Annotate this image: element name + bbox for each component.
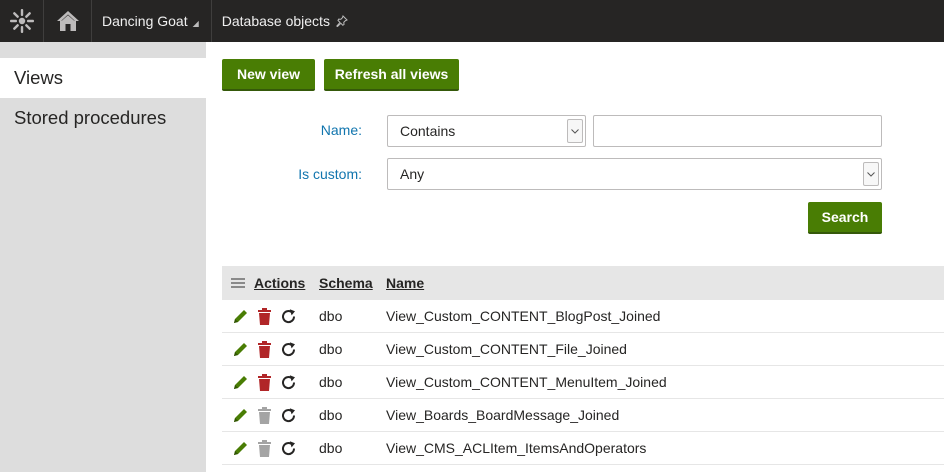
row-actions: [222, 340, 319, 358]
app-title: Database objects: [221, 13, 330, 29]
refresh-icon[interactable]: [280, 341, 297, 358]
site-name: Dancing Goat: [102, 13, 188, 29]
schema-cell: dbo: [319, 440, 343, 456]
home-icon[interactable]: [44, 0, 92, 42]
table-row: dbo View_Custom_CONTENT_MenuItem_Joined: [222, 366, 944, 399]
name-cell: View_Boards_BoardMessage_Joined: [386, 407, 620, 423]
sidebar-item-views[interactable]: Views: [0, 58, 206, 98]
sidebar-item-stored-procedures[interactable]: Stored procedures: [0, 98, 206, 138]
delete-icon[interactable]: [258, 373, 271, 391]
name-cell: View_Custom_CONTENT_BlogPost_Joined: [386, 308, 661, 324]
name-operator-select[interactable]: Contains: [387, 115, 586, 147]
sidebar: Views Stored procedures: [0, 42, 206, 472]
grid-header: Actions Schema Name: [222, 266, 944, 300]
column-menu-icon[interactable]: [222, 278, 254, 288]
table-row: dbo View_CMS_ACLItem_ItemsAndOperators: [222, 432, 944, 465]
site-selector[interactable]: Dancing Goat ◢: [92, 0, 212, 42]
main-content: New view Refresh all views Name: Contain…: [206, 42, 944, 472]
top-bar: Dancing Goat ◢ Database objects: [0, 0, 944, 42]
delete-icon: [258, 439, 271, 457]
caret-down-icon: ◢: [192, 18, 199, 28]
name-cell: View_Custom_CONTENT_MenuItem_Joined: [386, 374, 667, 390]
table-row: dbo View_Boards_BoardMessage_Joined: [222, 399, 944, 432]
refresh-icon[interactable]: [280, 374, 297, 391]
edit-icon[interactable]: [232, 374, 249, 391]
sidebar-item-label: Stored procedures: [14, 107, 167, 128]
name-filter-input[interactable]: [593, 115, 882, 147]
row-actions: [222, 373, 319, 391]
schema-cell: dbo: [319, 374, 343, 390]
edit-icon[interactable]: [232, 308, 249, 325]
edit-icon[interactable]: [232, 407, 249, 424]
kentico-logo-icon[interactable]: [0, 0, 44, 42]
chevron-down-icon: [567, 119, 583, 143]
chevron-down-icon: [863, 162, 879, 186]
new-view-button[interactable]: New view: [222, 59, 315, 91]
name-cell: View_Custom_CONTENT_File_Joined: [386, 341, 627, 357]
views-grid: Actions Schema Name dbo View_Custom_CONTE…: [222, 266, 944, 465]
delete-icon[interactable]: [258, 307, 271, 325]
is-custom-value: Any: [400, 166, 425, 182]
edit-icon[interactable]: [232, 341, 249, 358]
refresh-icon[interactable]: [280, 407, 297, 424]
name-filter-label: Name:: [320, 122, 362, 138]
name-operator-value: Contains: [400, 123, 456, 139]
pin-icon[interactable]: [336, 15, 348, 27]
sidebar-item-label: Views: [14, 67, 64, 88]
name-column-header[interactable]: Name: [386, 275, 424, 291]
delete-icon[interactable]: [258, 340, 271, 358]
table-row: dbo View_Custom_CONTENT_BlogPost_Joined: [222, 300, 944, 333]
actions-column-header[interactable]: Actions: [254, 275, 305, 291]
schema-cell: dbo: [319, 407, 343, 423]
refresh-icon[interactable]: [280, 440, 297, 457]
app-breadcrumb: Database objects: [212, 0, 358, 42]
refresh-icon[interactable]: [280, 308, 297, 325]
search-button[interactable]: Search: [808, 202, 882, 234]
row-actions: [222, 406, 319, 424]
refresh-all-views-button[interactable]: Refresh all views: [324, 59, 459, 91]
is-custom-select[interactable]: Any: [387, 158, 882, 190]
schema-column-header[interactable]: Schema: [319, 275, 373, 291]
name-cell: View_CMS_ACLItem_ItemsAndOperators: [386, 440, 647, 456]
row-actions: [222, 439, 319, 457]
schema-cell: dbo: [319, 308, 343, 324]
is-custom-label: Is custom:: [298, 166, 362, 182]
schema-cell: dbo: [319, 341, 343, 357]
row-actions: [222, 307, 319, 325]
table-row: dbo View_Custom_CONTENT_File_Joined: [222, 333, 944, 366]
delete-icon: [258, 406, 271, 424]
edit-icon[interactable]: [232, 440, 249, 457]
